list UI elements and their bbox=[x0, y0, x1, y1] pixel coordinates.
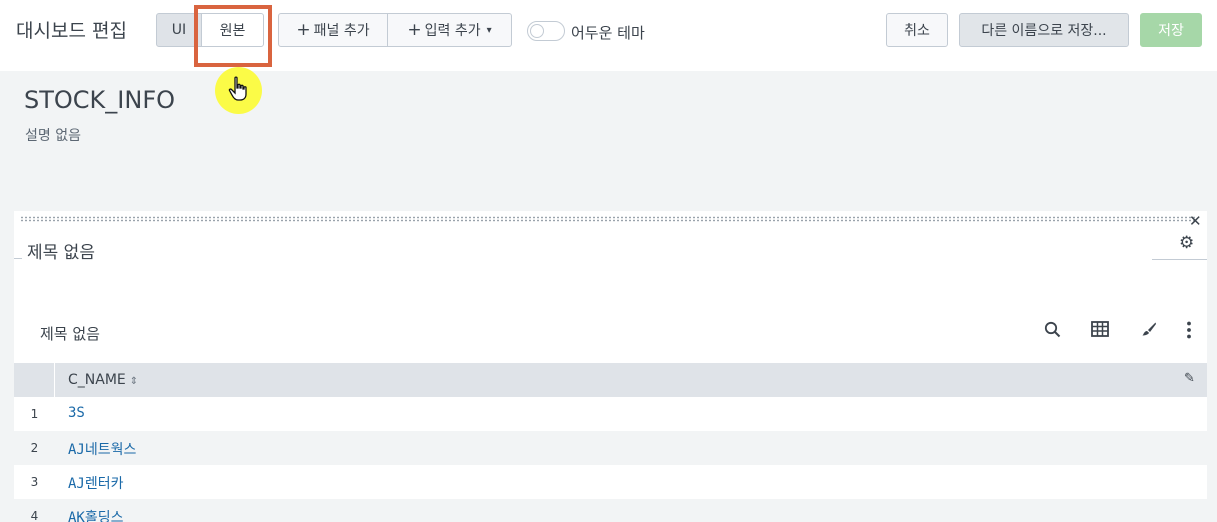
table-cell-link[interactable]: AJ렌터카 bbox=[68, 473, 124, 493]
visualization-title: 제목 없음 bbox=[40, 325, 100, 343]
dark-theme-toggle[interactable] bbox=[527, 21, 565, 41]
panel-drag-handle[interactable] bbox=[20, 216, 1196, 222]
row-number: 3 bbox=[30, 475, 39, 489]
plus-icon: + bbox=[407, 20, 422, 40]
toggle-knob bbox=[530, 24, 544, 38]
caret-down-icon: ▾ bbox=[486, 24, 492, 36]
dark-theme-label: 어두운 테마 bbox=[571, 24, 645, 42]
table-cell-link[interactable]: AK홀딩스 bbox=[68, 507, 124, 522]
close-icon[interactable]: ✕ bbox=[1189, 212, 1202, 230]
table-header: C_NAME ⇕ ✎ bbox=[14, 363, 1207, 397]
add-input-button[interactable]: + 입력 추가 ▾ bbox=[387, 13, 512, 47]
title-underline bbox=[14, 258, 22, 259]
table-row: 4 AK홀딩스 bbox=[14, 499, 1207, 522]
pencil-icon[interactable]: ✎ bbox=[1184, 371, 1195, 386]
save-button[interactable]: 저장 bbox=[1140, 13, 1202, 47]
row-number: 4 bbox=[30, 509, 39, 522]
page-title: 대시보드 편집 bbox=[16, 20, 127, 42]
mode-ui-button[interactable]: UI bbox=[156, 13, 202, 47]
row-number: 2 bbox=[30, 441, 39, 455]
sort-icon[interactable]: ⇕ bbox=[130, 376, 138, 387]
table-cell-link[interactable]: AJ네트웍스 bbox=[68, 439, 136, 459]
table-row: 2 AJ네트웍스 bbox=[14, 431, 1207, 465]
table-row: 1 3S bbox=[14, 397, 1207, 431]
paintbrush-icon[interactable] bbox=[1141, 321, 1157, 342]
gear-underline bbox=[1152, 259, 1207, 260]
row-number: 1 bbox=[30, 407, 39, 421]
dashboard-panel: ✕ 제목 없음 ⚙ 제목 없음 C_NAME ⇕ ✎ 1 3S 2 AJ네트웍스 … bbox=[14, 211, 1207, 522]
more-icon[interactable] bbox=[1186, 321, 1192, 344]
dashboard-description[interactable]: 설명 없음 bbox=[25, 125, 81, 145]
hand-cursor-icon bbox=[228, 76, 250, 108]
save-as-button[interactable]: 다른 이름으로 저장... bbox=[959, 13, 1129, 47]
add-panel-label: 패널 추가 bbox=[313, 23, 370, 39]
top-toolbar: 대시보드 편집 UI 원본 + 패널 추가 + 입력 추가 ▾ 어두운 테마 취… bbox=[0, 0, 1217, 71]
column-header-label: C_NAME bbox=[68, 372, 126, 388]
table-icon[interactable] bbox=[1091, 321, 1109, 342]
table-cell-link[interactable]: 3S bbox=[68, 405, 85, 421]
panel-title[interactable]: 제목 없음 bbox=[27, 238, 95, 263]
gear-icon[interactable]: ⚙ bbox=[1179, 233, 1194, 253]
cancel-button[interactable]: 취소 bbox=[886, 13, 948, 47]
mode-source-button[interactable]: 원본 bbox=[201, 13, 264, 47]
add-panel-button[interactable]: + 패널 추가 bbox=[278, 13, 388, 47]
plus-icon: + bbox=[296, 20, 311, 40]
row-number-header bbox=[14, 363, 55, 397]
add-input-label: 입력 추가 bbox=[424, 23, 481, 39]
table-row: 3 AJ렌터카 bbox=[14, 465, 1207, 499]
dashboard-title[interactable]: STOCK_INFO bbox=[24, 86, 175, 114]
search-icon[interactable] bbox=[1044, 321, 1061, 343]
column-header-c-name[interactable]: C_NAME ⇕ bbox=[68, 372, 138, 388]
